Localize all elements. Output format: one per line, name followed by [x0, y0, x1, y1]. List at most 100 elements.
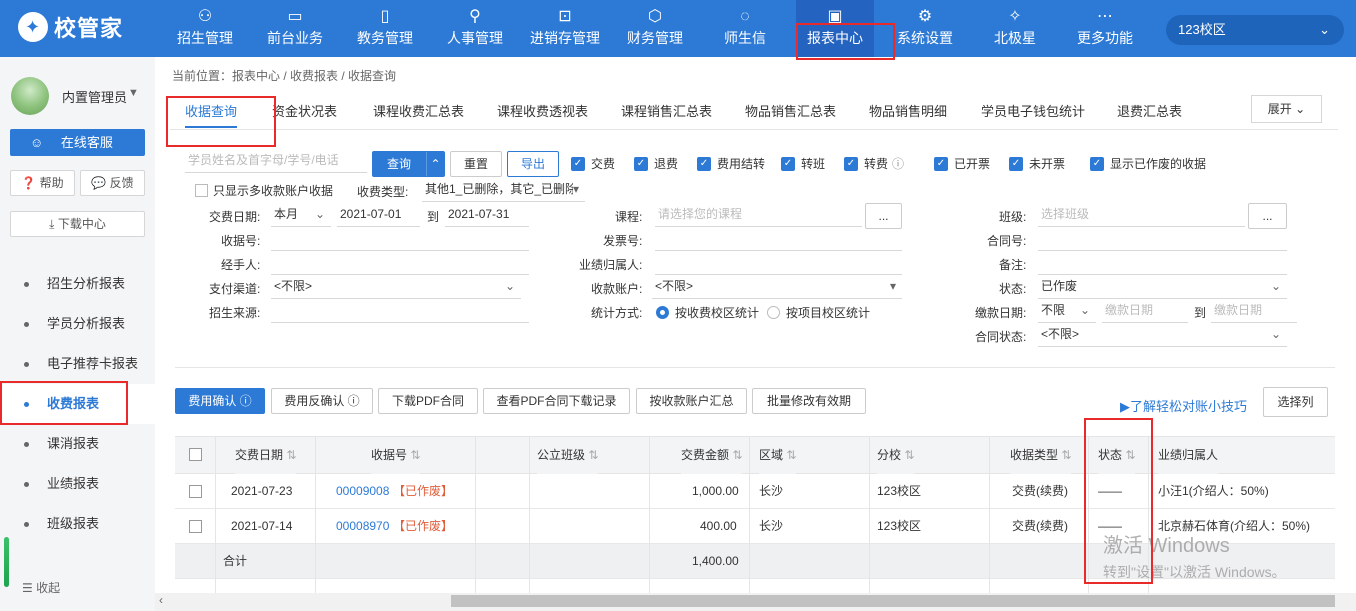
status-select[interactable]: 已作废 ⌄: [1038, 275, 1287, 299]
nav-message[interactable]: ◌ 师生信: [706, 0, 784, 57]
col-perf-owner[interactable]: 业绩归属人: [1158, 437, 1219, 474]
chevron-left-icon[interactable]: ‹: [159, 593, 163, 607]
user-name[interactable]: 内置管理员: [62, 87, 127, 106]
check-invoiced[interactable]: ✓ 已开票: [934, 155, 990, 172]
chevron-up-icon[interactable]: ⌃: [426, 152, 444, 176]
col-branch[interactable]: 分校 ⇅: [877, 437, 915, 474]
radio-by-fee-campus[interactable]: 按收费校区统计: [656, 304, 759, 321]
avatar[interactable]: [11, 77, 49, 115]
check-show-void[interactable]: ✓ 显示已作废的收据: [1090, 155, 1206, 172]
col-receipt-type[interactable]: 收据类型 ⇅: [1010, 437, 1072, 474]
col-date[interactable]: 交费日期 ⇅: [235, 437, 297, 474]
search-input[interactable]: 学员姓名及首字母/学号/电话: [185, 149, 367, 173]
sidebar-item-fee-report[interactable]: 收费报表: [0, 384, 155, 424]
tab-wallet-stats[interactable]: 学员电子钱包统计: [981, 101, 1085, 120]
tab-refund-summary[interactable]: 退费汇总表: [1117, 101, 1182, 120]
handler-input[interactable]: [271, 251, 529, 275]
sidebar-item-class-report[interactable]: 班级报表: [0, 504, 155, 544]
check-refund[interactable]: ✓ 退费: [634, 155, 678, 172]
download-pdf-contract-button[interactable]: 下载PDF合同: [378, 388, 478, 414]
paydate-range-select[interactable]: 不限 ⌄: [1038, 299, 1096, 323]
reset-button[interactable]: 重置: [450, 151, 502, 177]
fee-confirm-button[interactable]: 费用确认 ⓘ: [175, 388, 265, 414]
nav-academic[interactable]: ▯ 教务管理: [346, 0, 424, 57]
campus-select[interactable]: 123校区 ⌄: [1166, 15, 1344, 45]
table-row[interactable]: 2021-07-23 00009008 【已作废】 1,000.00 长沙 12…: [175, 474, 1335, 509]
tab-course-fee-pivot[interactable]: 课程收费透视表: [497, 101, 588, 120]
nav-front-desk[interactable]: ▭ 前台业务: [256, 0, 334, 57]
date-to-input[interactable]: 2021-07-31: [445, 203, 529, 227]
sidebar-scrollbar[interactable]: [4, 537, 9, 587]
contract-input[interactable]: [1038, 227, 1287, 251]
nav-recruit[interactable]: ⚇ 招生管理: [166, 0, 244, 57]
sidebar-item-performance-report[interactable]: 业绩报表: [0, 464, 155, 504]
online-service-button[interactable]: ☺ 在线客服: [10, 129, 145, 156]
batch-edit-validity-button[interactable]: 批量修改有效期: [752, 388, 866, 414]
sidebar-item-recruit-report[interactable]: 招生分析报表: [0, 264, 155, 304]
receipt-link[interactable]: 00008970: [336, 509, 389, 544]
tab-course-sales-summary[interactable]: 课程销售汇总表: [621, 101, 712, 120]
help-button[interactable]: ❓ 帮助: [10, 170, 75, 196]
col-public-class[interactable]: 公立班级 ⇅: [537, 437, 599, 474]
export-button[interactable]: 导出: [507, 151, 559, 177]
query-button[interactable]: 查询 ⌃: [372, 151, 445, 177]
tab-receipt-query[interactable]: 收据查询: [185, 101, 238, 128]
row-checkbox[interactable]: [189, 520, 202, 533]
row-checkbox[interactable]: [189, 485, 202, 498]
paydate-to-input[interactable]: 缴款日期: [1211, 299, 1297, 323]
contract-status-select[interactable]: <不限> ⌄: [1038, 323, 1287, 347]
check-carryover[interactable]: ✓ 费用结转: [697, 155, 765, 172]
radio-by-project-campus[interactable]: 按项目校区统计: [767, 304, 870, 321]
col-receipt-no[interactable]: 收据号 ⇅: [371, 437, 421, 474]
nav-report-center[interactable]: ▣ 报表中心: [796, 0, 874, 57]
fee-unconfirm-button[interactable]: 费用反确认 ⓘ: [271, 388, 373, 414]
check-multi-account[interactable]: 只显示多收款账户收据: [195, 182, 333, 199]
nav-more[interactable]: ⋯ 更多功能: [1066, 0, 1144, 57]
date-from-input[interactable]: 2021-07-01: [337, 203, 420, 227]
tab-fund-status[interactable]: 资金状况表: [272, 101, 337, 120]
sidebar-item-ecard-report[interactable]: 电子推荐卡报表: [0, 344, 155, 384]
perf-owner-input[interactable]: [655, 251, 902, 275]
source-input[interactable]: [271, 299, 529, 323]
receipt-link[interactable]: 00009008: [336, 474, 389, 509]
check-payment[interactable]: ✓ 交费: [571, 155, 615, 172]
scrollbar-thumb[interactable]: [451, 595, 1335, 607]
nav-polaris[interactable]: ✧ 北极星: [976, 0, 1054, 57]
summary-by-account-button[interactable]: 按收款账户汇总: [636, 388, 747, 414]
feedback-button[interactable]: 💬 反馈: [80, 170, 145, 196]
pdf-download-log-button[interactable]: 查看PDF合同下载记录: [483, 388, 630, 414]
check-transfer-class[interactable]: ✓ 转班: [781, 155, 825, 172]
invoice-input[interactable]: [655, 227, 902, 251]
course-more-button[interactable]: ...: [865, 203, 902, 229]
collapse-button[interactable]: ☰ 收起: [22, 579, 60, 596]
choose-columns-button[interactable]: 选择列: [1263, 387, 1328, 417]
caret-down-icon[interactable]: ▼: [128, 87, 139, 99]
tab-goods-sales-detail[interactable]: 物品销售明细: [869, 101, 947, 120]
sidebar-item-student-report[interactable]: 学员分析报表: [0, 304, 155, 344]
col-amount[interactable]: 交费金额 ⇅: [681, 437, 743, 474]
nav-finance[interactable]: ⬡ 财务管理: [616, 0, 694, 57]
check-transfer-fee[interactable]: ✓ 转费 ⓘ: [844, 155, 904, 172]
col-status[interactable]: 状态 ⇅: [1098, 437, 1136, 474]
course-input[interactable]: 请选择您的课程: [655, 203, 862, 227]
expand-button[interactable]: 展开 ⌄: [1251, 95, 1322, 123]
tab-goods-sales-summary[interactable]: 物品销售汇总表: [745, 101, 836, 120]
paydate-from-input[interactable]: 缴款日期: [1102, 299, 1188, 323]
receipt-type-select[interactable]: 其他1_已删除，其它_已删除 ▾: [422, 178, 585, 202]
sidebar-item-consume-report[interactable]: 课消报表: [0, 424, 155, 464]
tab-course-fee-summary[interactable]: 课程收费汇总表: [373, 101, 464, 120]
check-not-invoiced[interactable]: ✓ 未开票: [1009, 155, 1065, 172]
nav-hr[interactable]: ⚲ 人事管理: [436, 0, 514, 57]
remark-input[interactable]: [1038, 251, 1287, 275]
reconcile-tips-link[interactable]: ▶了解轻松对账小技巧: [1120, 396, 1247, 415]
nav-inventory[interactable]: ⊡ 进销存管理: [524, 0, 606, 57]
receipt-no-input[interactable]: [271, 227, 529, 251]
nav-settings[interactable]: ⚙ 系统设置: [886, 0, 964, 57]
pay-channel-select[interactable]: <不限> ⌄: [271, 275, 521, 299]
class-input[interactable]: 选择班级: [1038, 203, 1245, 227]
col-region[interactable]: 区域 ⇅: [759, 437, 797, 474]
download-center-button[interactable]: ⤓ 下载中心: [10, 211, 145, 237]
date-range-select[interactable]: 本月 ⌄: [271, 203, 331, 227]
select-all-checkbox[interactable]: [189, 448, 202, 461]
account-select[interactable]: <不限> ▾: [652, 275, 902, 299]
